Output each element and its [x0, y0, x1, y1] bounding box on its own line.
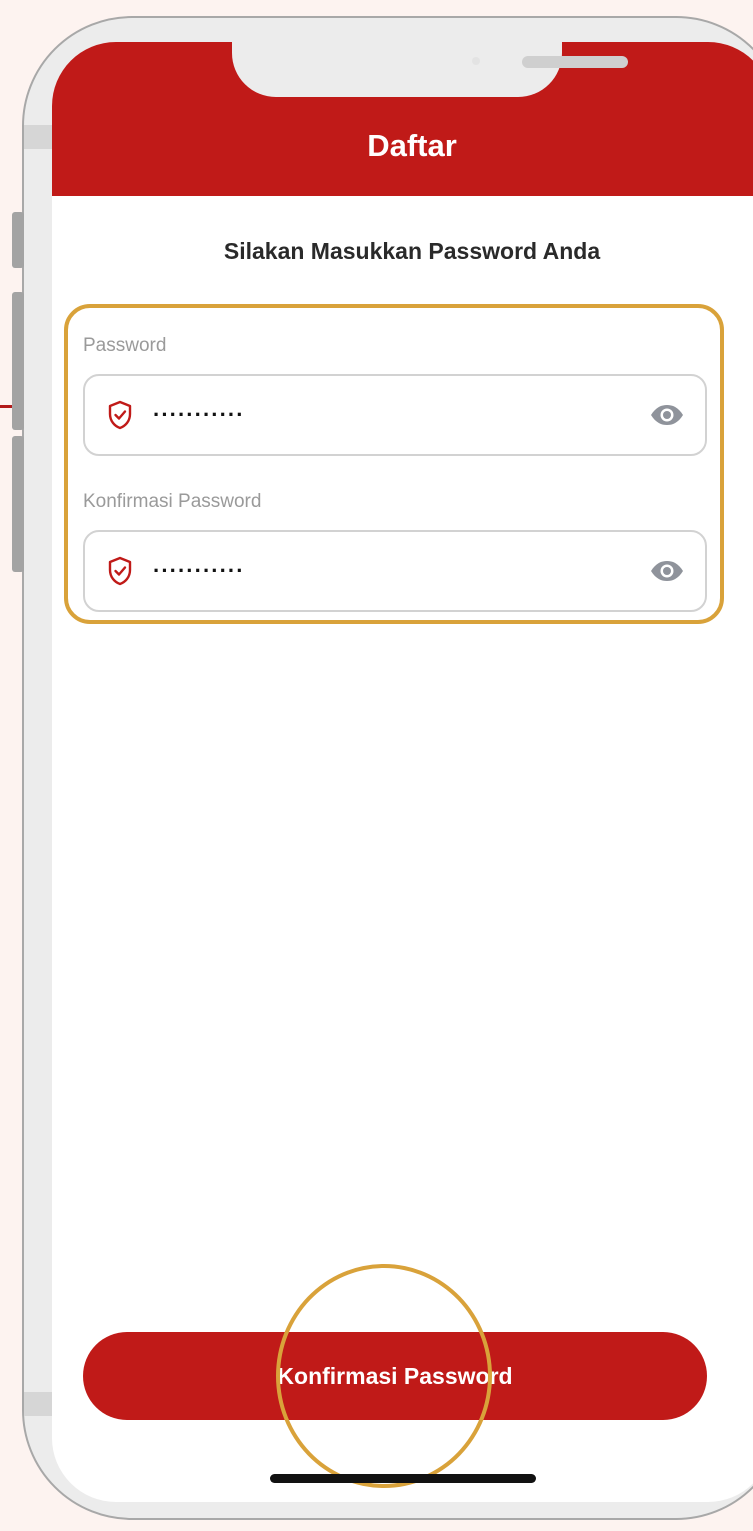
home-indicator[interactable] — [270, 1474, 536, 1483]
phone-notch — [232, 42, 628, 97]
confirm-password-value: ··········· — [153, 558, 245, 583]
speaker-grille — [522, 56, 628, 68]
confirm-password-button[interactable]: Konfirmasi Password — [83, 1332, 707, 1420]
password-field[interactable]: ··········· — [83, 374, 707, 456]
page-title: Daftar — [367, 128, 457, 163]
shield-check-icon — [108, 400, 132, 430]
phone-side-button-volume-up — [12, 292, 24, 430]
confirm-password-field[interactable]: ··········· — [83, 530, 707, 612]
phone-side-button-mute — [12, 212, 24, 268]
phone-side-button-volume-down — [12, 436, 24, 572]
password-label: Password — [83, 335, 167, 356]
eye-icon[interactable] — [649, 559, 685, 583]
password-value: ··········· — [153, 402, 245, 427]
camera-icon — [472, 57, 480, 65]
shield-check-icon — [108, 556, 132, 586]
confirm-password-label: Konfirmasi Password — [83, 491, 262, 512]
app-screen: Daftar Silakan Masukkan Password Anda Pa… — [52, 42, 753, 1502]
form-subtitle: Silakan Masukkan Password Anda — [223, 238, 601, 264]
eye-icon[interactable] — [649, 403, 685, 427]
